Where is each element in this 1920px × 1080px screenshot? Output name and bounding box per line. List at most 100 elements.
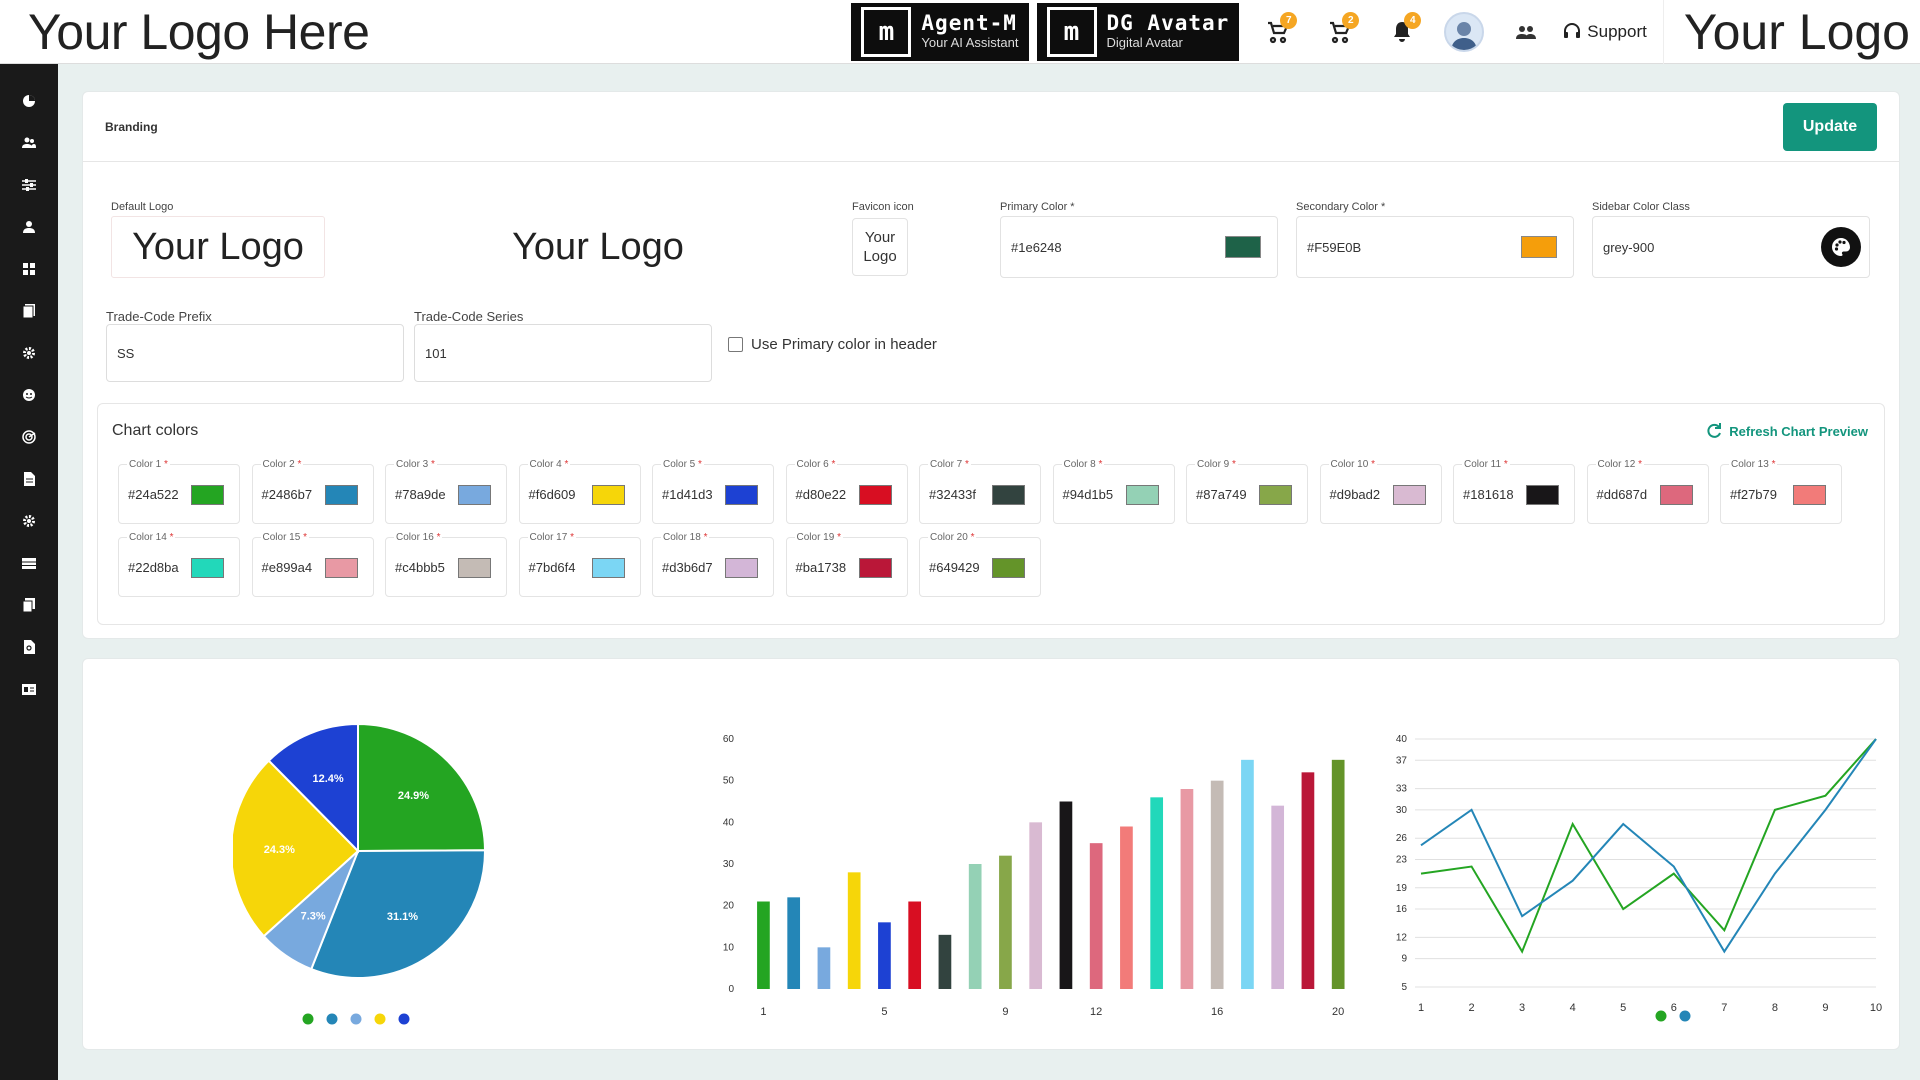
chart-color-swatch[interactable] xyxy=(458,558,491,578)
sidebar-class-value: grey-900 xyxy=(1603,239,1655,255)
chart-color-field[interactable]: Color 18 * #d3b6d7 xyxy=(652,532,774,597)
alt-logo-upload[interactable]: Your Logo xyxy=(463,216,733,278)
chart-color-field[interactable]: Color 12 * #dd687d xyxy=(1586,459,1709,524)
gear-icon[interactable] xyxy=(0,332,58,374)
refresh-chart-preview-button[interactable]: Refresh Chart Preview xyxy=(1705,422,1868,440)
cart-button-2[interactable]: 2 xyxy=(1309,0,1371,64)
chart-color-field[interactable]: Color 7 * #32433f xyxy=(919,459,1041,524)
chart-color-swatch[interactable] xyxy=(1392,485,1426,505)
chart-color-label: Color 1 * xyxy=(127,459,170,470)
chart-color-field[interactable]: Color 8 * #94d1b5 xyxy=(1052,459,1175,524)
y-tick-label: 10 xyxy=(723,942,735,953)
chart-color-field[interactable]: Color 6 * #d80e22 xyxy=(785,459,908,524)
trade-prefix-input[interactable]: SS xyxy=(106,324,404,382)
users-icon[interactable] xyxy=(0,122,58,164)
bar xyxy=(817,947,831,989)
chart-color-swatch[interactable] xyxy=(324,485,358,505)
books-icon[interactable] xyxy=(0,584,58,626)
chart-color-swatch[interactable] xyxy=(1526,485,1559,505)
chart-color-value: #d80e22 xyxy=(795,487,847,502)
pie-chart-icon[interactable] xyxy=(0,80,58,122)
table-icon[interactable] xyxy=(0,542,58,584)
sidebar-class-field[interactable]: grey-900 xyxy=(1592,216,1870,278)
chart-color-field[interactable]: Color 1 * #24a522 xyxy=(118,459,240,524)
chart-color-label: Color 15 * xyxy=(260,532,309,543)
chart-color-swatch[interactable] xyxy=(1125,485,1159,505)
support-link[interactable]: Support xyxy=(1557,0,1664,64)
chart-preview-panel: 24.9% 31.1% 7.3% 24.3% 12.4% 0 10 20 30 40 50 60 1 5… xyxy=(82,658,1900,1050)
chart-color-field[interactable]: Color 3 * #78a9de xyxy=(385,459,507,524)
refresh-icon xyxy=(1707,423,1722,438)
brand-logo[interactable]: Your Logo Here xyxy=(0,0,370,64)
chart-color-swatch[interactable] xyxy=(992,558,1025,578)
default-logo-upload[interactable]: Your Logo xyxy=(111,216,325,278)
id-card-icon[interactable] xyxy=(0,668,58,710)
promo-agent-m[interactable]: m Agent-M Your AI Assistant xyxy=(851,2,1029,61)
user-icon[interactable] xyxy=(0,206,58,248)
primary-color-label: Primary Color * xyxy=(1000,201,1075,213)
chart-color-swatch[interactable] xyxy=(725,485,758,505)
secondary-color-swatch[interactable] xyxy=(1521,236,1557,258)
chart-color-label: Color 11 * xyxy=(1462,459,1510,470)
chart-color-field[interactable]: Color 13 * #f27b79 xyxy=(1720,459,1842,524)
promo-subtitle: Your AI Assistant xyxy=(921,34,1019,50)
grid-icon[interactable] xyxy=(0,248,58,290)
sidebar-class-label: Sidebar Color Class xyxy=(1592,201,1690,213)
chart-color-swatch[interactable] xyxy=(858,558,892,578)
notifications-button[interactable]: 4 xyxy=(1371,0,1433,64)
secondary-color-field[interactable]: #F59E0B xyxy=(1296,216,1574,278)
chart-color-field[interactable]: Color 20 * #649429 xyxy=(919,532,1041,597)
chart-color-swatch[interactable] xyxy=(1793,485,1826,505)
palette-icon[interactable] xyxy=(1821,227,1861,267)
chart-color-label: Color 14 * xyxy=(127,532,176,543)
gear-icon[interactable] xyxy=(0,500,58,542)
bar xyxy=(1180,789,1194,989)
face-icon[interactable] xyxy=(0,374,58,416)
trade-series-input[interactable]: 101 xyxy=(414,324,712,382)
promo-dg-avatar[interactable]: m DG Avatar Digital Avatar xyxy=(1036,2,1240,61)
update-button[interactable]: Update xyxy=(1783,102,1877,151)
trade-prefix-label: Trade-Code Prefix xyxy=(106,309,212,324)
chart-color-field[interactable]: Color 19 * #ba1738 xyxy=(785,532,908,597)
chart-color-field[interactable]: Color 17 * #7bd6f4 xyxy=(518,532,641,597)
primary-color-field[interactable]: #1e6248 xyxy=(1000,216,1278,278)
file-icon[interactable] xyxy=(0,458,58,500)
chart-color-swatch[interactable] xyxy=(858,485,892,505)
file-search-icon[interactable] xyxy=(0,626,58,668)
chart-color-swatch[interactable] xyxy=(992,485,1025,505)
x-tick-label: 7 xyxy=(1721,1002,1727,1014)
document-stack-icon[interactable] xyxy=(0,290,58,332)
primary-color-swatch[interactable] xyxy=(1225,236,1261,258)
chart-color-swatch[interactable] xyxy=(1259,485,1292,505)
chart-color-value: #2486b7 xyxy=(261,487,313,502)
radar-icon[interactable] xyxy=(0,416,58,458)
chart-color-swatch[interactable] xyxy=(191,558,224,578)
sliders-icon[interactable] xyxy=(0,164,58,206)
chart-color-swatch[interactable] xyxy=(591,485,625,505)
chart-color-field[interactable]: Color 16 * #c4bbb5 xyxy=(385,532,507,597)
chart-color-field[interactable]: Color 4 * #f6d609 xyxy=(518,459,641,524)
cart-button[interactable]: 7 xyxy=(1247,0,1309,64)
cart-badge: 7 xyxy=(1280,11,1298,29)
chart-color-swatch[interactable] xyxy=(725,558,758,578)
chart-color-field[interactable]: Color 11 * #181618 xyxy=(1453,459,1575,524)
pie-label: 31.1% xyxy=(387,911,418,923)
chart-color-field[interactable]: Color 2 * #2486b7 xyxy=(251,459,374,524)
users-button[interactable] xyxy=(1495,0,1557,64)
chart-color-swatch[interactable] xyxy=(458,485,491,505)
chart-color-field[interactable]: Color 5 * #1d41d3 xyxy=(652,459,774,524)
chart-color-swatch[interactable] xyxy=(191,485,224,505)
chart-color-swatch[interactable] xyxy=(324,558,358,578)
chart-color-field[interactable]: Color 9 * #87a749 xyxy=(1186,459,1308,524)
chart-color-field[interactable]: Color 14 * #22d8ba xyxy=(118,532,240,597)
chart-color-swatch[interactable] xyxy=(591,558,625,578)
chart-color-field[interactable]: Color 15 * #e899a4 xyxy=(251,532,374,597)
chart-color-swatch[interactable] xyxy=(1659,485,1693,505)
y-tick-label: 12 xyxy=(1396,932,1408,943)
chart-color-value: #1d41d3 xyxy=(662,487,713,502)
primary-header-checkbox[interactable] xyxy=(728,337,743,352)
profile-button[interactable] xyxy=(1433,0,1495,64)
favicon-upload[interactable]: Your Logo xyxy=(852,218,908,276)
chart-color-field[interactable]: Color 10 * #d9bad2 xyxy=(1319,459,1442,524)
primary-header-option[interactable]: Use Primary color in header xyxy=(728,336,937,353)
